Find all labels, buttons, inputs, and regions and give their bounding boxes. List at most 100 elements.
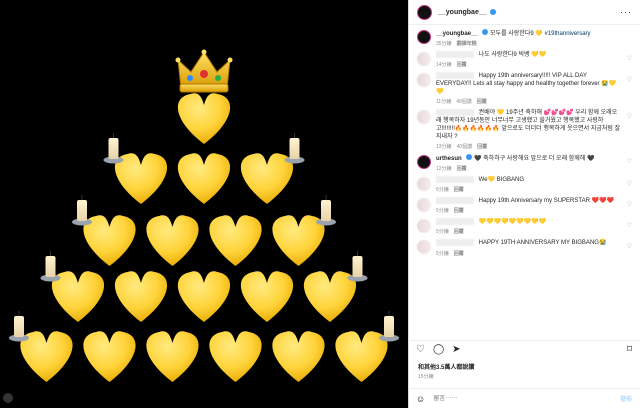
like-comment-icon[interactable]: ♡ (627, 76, 632, 83)
like-comment-icon[interactable]: ♡ (627, 201, 632, 208)
comment-row: 권배야 💛 19주년 축하해 💕💕💕💕 우리 함께 오래오래 행복하자 19년동… (417, 109, 632, 151)
caption-time: 35分鐘 (436, 41, 452, 47)
candle-icon (379, 311, 399, 342)
verified-badge-icon (466, 154, 473, 161)
post-header: __youngbae__ ··· (409, 0, 640, 25)
reply-link[interactable]: 回覆 (454, 187, 464, 193)
reply-link[interactable]: 回覆 (477, 99, 487, 105)
comment-time: 12分鐘 (436, 166, 452, 173)
commenter-username-blurred[interactable] (436, 239, 474, 247)
commenter-avatar[interactable] (417, 240, 431, 255)
yellow-heart-icon (146, 331, 199, 382)
comment-row: Happy 19th anniversary!!!!! VIP ALL DAY … (417, 72, 632, 106)
comment-row: 💛💛💛💛💛💛💛💛💛 5分鐘 回覆 ♡ (417, 218, 632, 236)
comment-text: We💛 BIGBANG (478, 177, 525, 184)
commenter-avatar[interactable] (417, 110, 431, 125)
comment-time: 11分鐘 (436, 99, 452, 106)
crown-icon (175, 49, 233, 93)
post-image[interactable] (0, 0, 408, 408)
yellow-heart-icon (177, 271, 231, 322)
reply-link[interactable]: 回覆 (454, 229, 464, 235)
comments-list[interactable]: __youngbae__ 모두를 사랑한다9 💛 #19thanniversar… (409, 25, 640, 341)
like-comment-icon[interactable]: ♡ (627, 180, 632, 187)
commenter-username-blurred[interactable] (436, 109, 474, 117)
comment-row: 나도 사랑한다9 빅뱅 💛💛 14分鐘 回覆 ♡ (417, 51, 632, 69)
commenter-avatar[interactable] (417, 155, 431, 170)
caption-avatar[interactable] (417, 30, 431, 44)
caption-hashtag[interactable]: #19thanniversary (545, 31, 591, 37)
like-comment-icon[interactable]: ♡ (627, 113, 632, 120)
post-time: 15分鐘 (418, 374, 434, 380)
like-comment-icon[interactable]: ♡ (627, 158, 632, 165)
yellow-heart-icon (177, 93, 231, 144)
comment-likes[interactable]: 46個讚 (456, 99, 472, 105)
yellow-heart-icon (209, 215, 262, 266)
comment-time: 5分鐘 (436, 208, 449, 215)
yellow-heart-icon (272, 331, 325, 382)
reply-link[interactable]: 回覆 (457, 62, 467, 68)
commenter-username-blurred[interactable] (436, 72, 474, 80)
candle-icon (316, 195, 336, 226)
comment-text: HAPPY 19TH ANNIVERSARY MY BIGBANG😭 (478, 240, 607, 247)
comment-icon[interactable]: ◯ (433, 344, 444, 355)
like-icon[interactable]: ♡ (416, 344, 425, 355)
like-comment-icon[interactable]: ♡ (627, 243, 632, 250)
yellow-heart-icon (83, 331, 136, 382)
post-actions: ♡ ◯ ➤ ⌑ (408, 340, 640, 358)
commenter-avatar[interactable] (417, 219, 431, 234)
more-options-icon[interactable]: ··· (620, 7, 632, 17)
commenter-username-blurred[interactable] (436, 51, 474, 58)
translate-link[interactable]: 翻譯年糕 (457, 41, 477, 47)
commenter-username[interactable]: urthesun (436, 156, 462, 162)
comment-time: 6分鐘 (436, 187, 449, 194)
post-comment-button[interactable]: 發佈 (620, 394, 632, 403)
reply-link[interactable]: 回覆 (457, 166, 467, 172)
candle-icon (347, 251, 368, 282)
yellow-heart-icon (114, 271, 168, 322)
commenter-avatar[interactable] (417, 73, 431, 88)
comment-text: 나도 사랑한다9 빅뱅 💛💛 (478, 52, 547, 59)
bookmark-icon[interactable]: ⌑ (627, 344, 632, 355)
candle-icon (284, 133, 305, 164)
commenter-avatar[interactable] (417, 198, 431, 213)
likes-count[interactable]: 和其他3.5萬人都說讚 (418, 362, 474, 371)
caption: __youngbae__ 모두를 사랑한다9 💛 #19thanniversar… (417, 29, 632, 48)
comment-input[interactable] (431, 394, 620, 403)
author-avatar[interactable] (417, 4, 432, 20)
candle-icon (72, 195, 92, 226)
author-username[interactable]: __youngbae__ (438, 9, 487, 16)
hearts-pyramid-illustration (3, 49, 399, 403)
like-comment-icon[interactable]: ♡ (627, 55, 632, 62)
commenter-avatar[interactable] (417, 52, 431, 66)
caption-username[interactable]: __youngbae__ (436, 31, 478, 37)
user-tag-icon[interactable] (3, 393, 13, 403)
yellow-heart-icon (240, 271, 294, 322)
emoji-icon[interactable]: ☺ (416, 394, 425, 404)
add-comment-bar: ☺ 發佈 (408, 388, 640, 408)
comment-time: 5分鐘 (436, 229, 449, 236)
candle-icon (40, 251, 61, 282)
like-comment-icon[interactable]: ♡ (627, 222, 632, 229)
comment-time: 5分鐘 (436, 250, 449, 257)
comment-text: 🖤 축하하구 사랑해요 앞으로 더 오래 함께해 🖤 (474, 156, 595, 163)
comment-row: Happy 19th Anniversary my SUPERSTAR ❤️❤️… (417, 197, 632, 215)
yellow-heart-icon (209, 331, 262, 382)
comment-text: Happy 19th Anniversary my SUPERSTAR ❤️❤️… (478, 198, 615, 205)
commenter-username-blurred[interactable] (436, 218, 474, 226)
share-icon[interactable]: ➤ (452, 344, 460, 355)
comment-time: 13分鐘 (436, 144, 452, 151)
comment-likes[interactable]: 40個讚 (457, 144, 473, 150)
yellow-heart-icon (177, 153, 231, 204)
commenter-avatar[interactable] (417, 177, 431, 192)
comment-row: urthesun 🖤 축하하구 사랑해요 앞으로 더 오래 함께해 🖤 12分鐘… (417, 154, 632, 173)
reply-link[interactable]: 回覆 (454, 208, 464, 214)
reply-link[interactable]: 回覆 (454, 251, 464, 257)
comment-row: We💛 BIGBANG 6分鐘 回覆 ♡ (417, 176, 632, 194)
verified-badge-icon (482, 29, 489, 35)
comment-row: HAPPY 19TH ANNIVERSARY MY BIGBANG😭 5分鐘 回覆… (417, 239, 632, 257)
verified-badge-icon (489, 9, 496, 15)
reply-link[interactable]: 回覆 (477, 144, 487, 150)
yellow-heart-icon (146, 215, 199, 266)
commenter-username-blurred[interactable] (436, 197, 474, 205)
commenter-username-blurred[interactable] (436, 176, 474, 184)
